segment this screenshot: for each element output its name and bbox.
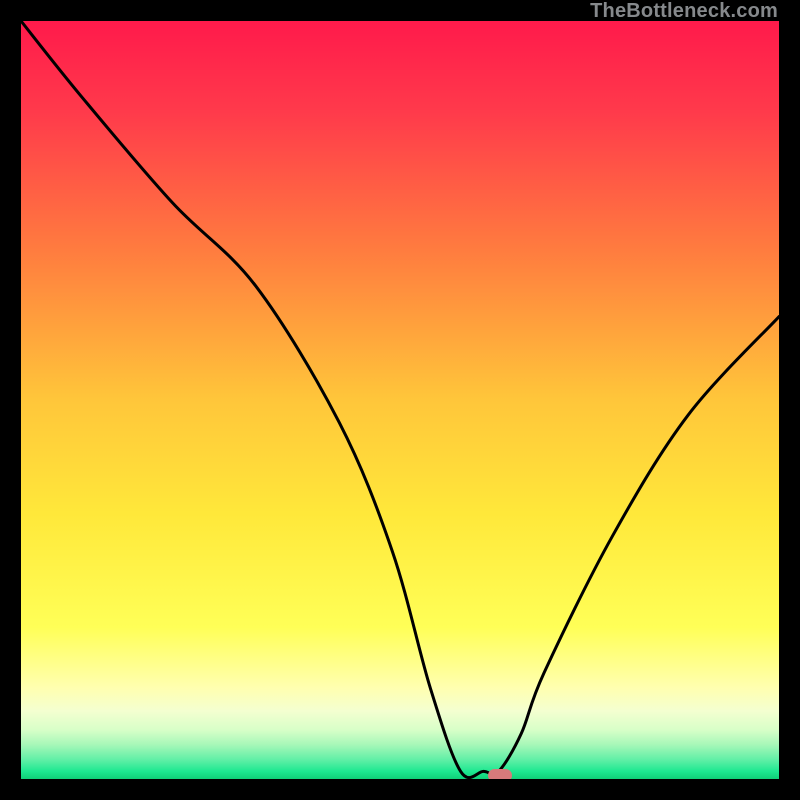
bottleneck-curve <box>21 21 779 779</box>
plot-area <box>21 21 779 779</box>
watermark-text: TheBottleneck.com <box>590 0 778 23</box>
optimal-point-marker <box>488 769 512 779</box>
chart-frame: TheBottleneck.com <box>0 0 800 800</box>
